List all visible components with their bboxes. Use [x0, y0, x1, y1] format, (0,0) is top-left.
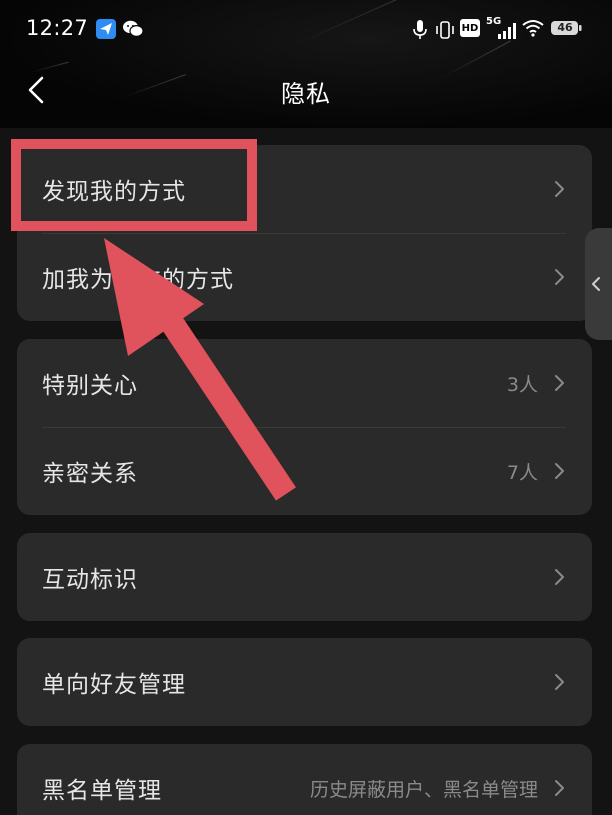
vibrate-icon	[434, 19, 456, 41]
hd-badge: HD	[460, 19, 480, 37]
chevron-left-icon	[592, 277, 600, 291]
row-one-way-friends[interactable]: 单向好友管理	[17, 638, 592, 726]
cellular-signal-icon: 5G	[486, 16, 516, 41]
row-label: 黑名单管理	[42, 778, 162, 804]
settings-card-discovery: 发现我的方式 加我为好友的方式	[17, 145, 592, 321]
side-panel-handle[interactable]	[585, 228, 612, 340]
settings-card-interaction: 互动标识	[17, 533, 592, 621]
row-label: 发现我的方式	[42, 179, 186, 205]
row-add-friend-method[interactable]: 加我为好友的方式	[17, 233, 592, 321]
chevron-right-icon	[552, 374, 566, 392]
nav-bar: 隐私	[0, 62, 612, 118]
chevron-right-icon	[552, 568, 566, 586]
chevron-right-icon	[552, 180, 566, 198]
chevron-right-icon	[552, 268, 566, 286]
row-label: 加我为好友的方式	[42, 267, 234, 293]
hd-badge-text: HD	[461, 22, 479, 34]
header: 12:27 HD 5G 46 隐私	[0, 0, 612, 128]
chevron-right-icon	[552, 673, 566, 691]
status-bar: 12:27 HD 5G 46	[0, 0, 612, 60]
battery-icon: 46	[550, 19, 582, 37]
row-value: 历史屏蔽用户、黑名单管理	[309, 778, 538, 801]
status-time: 12:27	[26, 16, 89, 40]
row-label: 互动标识	[42, 567, 138, 593]
settings-card-blacklist: 黑名单管理 历史屏蔽用户、黑名单管理	[17, 744, 592, 815]
settings-card-one-way: 单向好友管理	[17, 638, 592, 726]
wifi-icon	[522, 19, 544, 37]
battery-level: 46	[557, 21, 573, 34]
settings-card-relations: 特别关心 3人 亲密关系 7人	[17, 339, 592, 515]
row-blacklist[interactable]: 黑名单管理 历史屏蔽用户、黑名单管理	[17, 744, 592, 815]
privacy-settings-screen: 12:27 HD 5G 46 隐私 发现我的方式 加我为好友的方式 特别关心 3…	[0, 0, 612, 815]
row-discover-me[interactable]: 发现我的方式	[17, 145, 592, 233]
chevron-right-icon	[552, 462, 566, 480]
chevron-right-icon	[552, 779, 566, 797]
page-title: 隐私	[281, 80, 331, 108]
microphone-icon	[412, 19, 428, 41]
row-label: 亲密关系	[42, 461, 138, 487]
row-label: 单向好友管理	[42, 672, 186, 698]
row-special-care[interactable]: 特别关心 3人	[17, 339, 592, 427]
send-app-icon	[96, 19, 116, 39]
row-intimate-relation[interactable]: 亲密关系 7人	[17, 427, 592, 515]
row-interaction-marks[interactable]: 互动标识	[17, 533, 592, 621]
row-label: 特别关心	[42, 373, 138, 399]
wechat-icon	[122, 19, 144, 39]
row-value: 3人	[506, 373, 538, 396]
row-value: 7人	[506, 461, 538, 484]
